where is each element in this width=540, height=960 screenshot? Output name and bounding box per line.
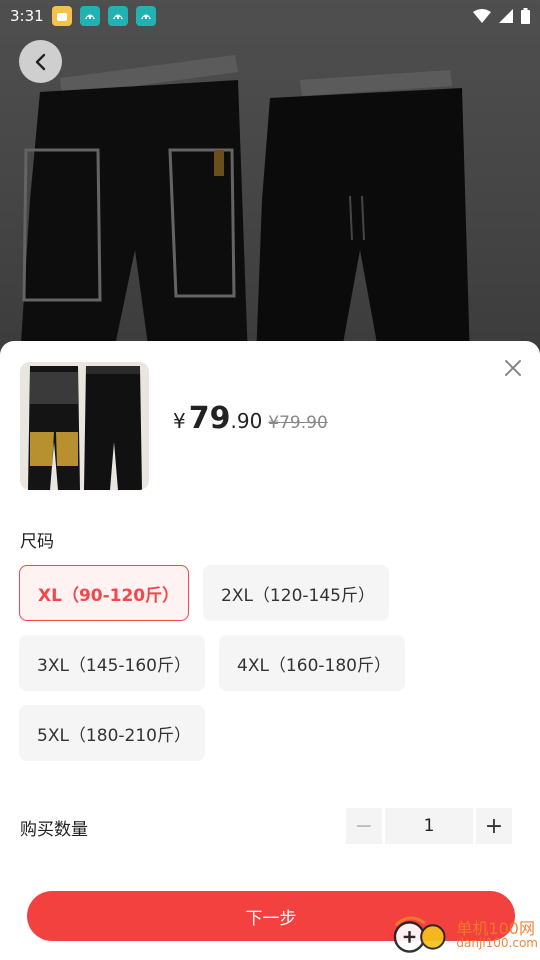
watermark-title: 单机100网: [456, 918, 535, 938]
teal-app-notification-icon: [107, 6, 128, 26]
quantity-label: 购买数量: [20, 820, 88, 840]
status-time: 3:31: [10, 7, 44, 25]
quantity-stepper: − 1 +: [346, 808, 512, 844]
watermark-logo: 单机100网 danji100.com: [392, 912, 538, 958]
size-option-4xl[interactable]: 4XL（160-180斤）: [219, 635, 405, 691]
size-option-3xl[interactable]: 3XL（145-160斤）: [19, 635, 205, 691]
quantity-decrease-button[interactable]: −: [346, 808, 382, 844]
original-price: ¥79.90: [268, 413, 328, 433]
sku-selection-sheet: ¥ 79 .90 ¥79.90 尺码 XL（90-120斤） 2XL（120-1…: [0, 341, 540, 960]
chevron-left-icon: [35, 53, 45, 70]
price-row: ¥ 79 .90 ¥79.90: [173, 401, 328, 436]
back-button[interactable]: [19, 40, 62, 83]
price-integer: 79: [188, 401, 231, 436]
teal-app-notification-icon: [135, 6, 156, 26]
signal-icon: [499, 9, 513, 23]
product-photo-background: [0, 0, 540, 360]
size-option-xl[interactable]: XL（90-120斤）: [19, 565, 189, 621]
app-notification-icon: [51, 6, 72, 26]
size-option-5xl[interactable]: 5XL（180-210斤）: [19, 705, 205, 761]
price-decimal: .90: [230, 409, 263, 433]
quantity-input[interactable]: 1: [385, 808, 473, 844]
battery-icon: [521, 8, 530, 24]
wifi-icon: [473, 9, 491, 23]
product-thumbnail: [20, 362, 149, 490]
status-icons: [473, 8, 530, 24]
watermark-url: danji100.com: [456, 936, 538, 951]
quantity-increase-button[interactable]: +: [476, 808, 512, 844]
size-option-2xl[interactable]: 2XL（120-145斤）: [203, 565, 389, 621]
close-icon[interactable]: [502, 357, 524, 379]
teal-app-notification-icon: [79, 6, 100, 26]
size-section-label: 尺码: [20, 532, 54, 552]
status-bar: 3:31: [0, 0, 540, 32]
price-currency-symbol: ¥: [173, 409, 186, 433]
watermark-icon: [393, 916, 446, 953]
